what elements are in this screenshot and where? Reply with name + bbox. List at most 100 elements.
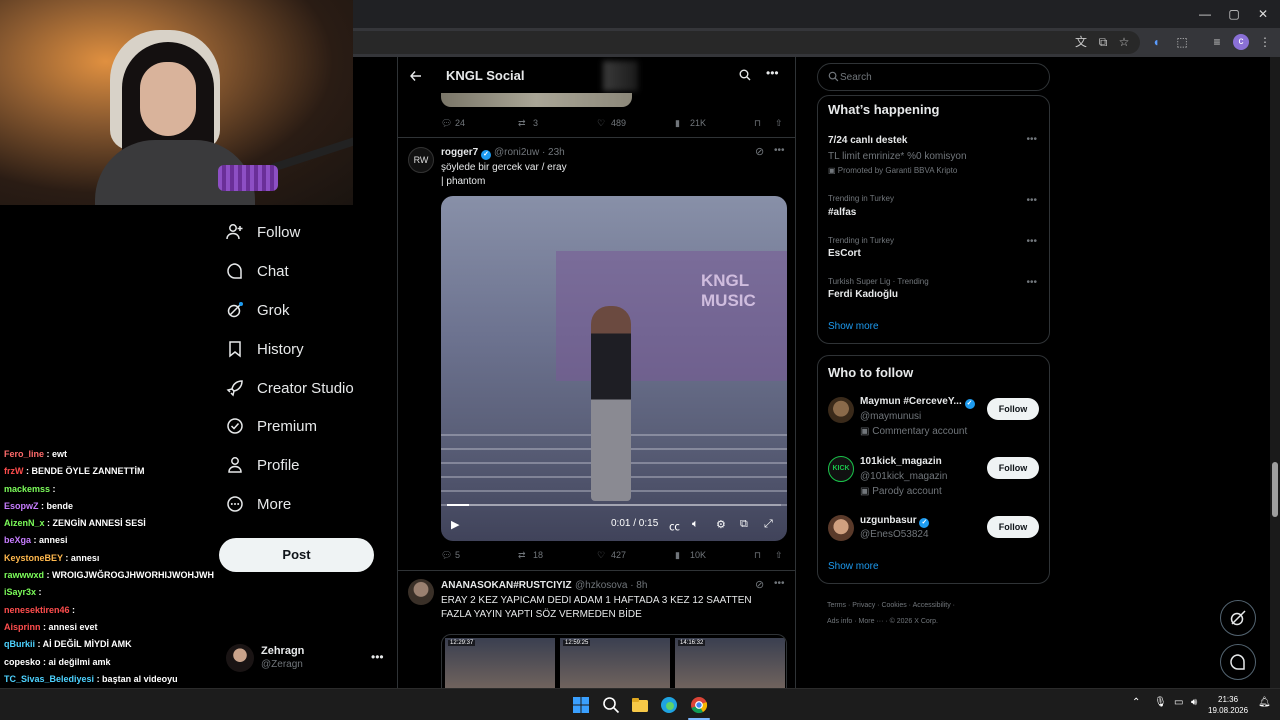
media-thumbnail[interactable]: 12:59:25 (560, 638, 670, 688)
more-dots-icon[interactable]: ••• (1026, 277, 1037, 288)
captions-icon[interactable]: ㏄ (669, 518, 680, 534)
avatar[interactable]: RW (408, 147, 434, 173)
system-clock[interactable]: 21:36 19.08.2026 (1208, 694, 1248, 716)
tweet-author-name[interactable]: rogger7 ✓ (441, 147, 492, 160)
video-progress-bar[interactable] (447, 504, 781, 506)
edge-browser-icon[interactable] (660, 696, 678, 714)
windows-start-icon[interactable] (572, 696, 590, 714)
chat-username[interactable]: iSayr3x (4, 587, 36, 597)
account-name[interactable]: 101kick_magazin (860, 456, 942, 467)
chat-username[interactable]: Aisprinn (4, 622, 41, 632)
chat-username[interactable]: Fero_line (4, 449, 44, 459)
avatar[interactable] (828, 515, 854, 541)
share-icon[interactable]: ⇧ (775, 550, 783, 561)
more-dots-icon[interactable]: ••• (1026, 195, 1037, 206)
views-icon[interactable]: ▮ (675, 118, 680, 129)
extensions-puzzle-icon[interactable]: ⬚ (1174, 34, 1190, 50)
nav-item-history[interactable]: History (226, 334, 304, 364)
media-thumbnail[interactable]: 12:29:37 (445, 638, 555, 688)
notification-bell-icon[interactable]: 🔔︎ (1258, 697, 1271, 708)
close-button[interactable]: ✕ (1248, 4, 1278, 24)
avatar[interactable] (408, 579, 434, 605)
trend-name[interactable]: EsCort (828, 248, 861, 259)
reply-icon[interactable]: 💬︎ (441, 118, 452, 129)
more-dots-icon[interactable]: ••• (1026, 236, 1037, 247)
chevron-up-icon[interactable]: ⌃ (1132, 697, 1140, 708)
fullscreen-icon[interactable]: ⤢ (764, 518, 773, 531)
like-icon[interactable]: ♡ (597, 550, 605, 561)
picture-in-picture-icon[interactable]: ⧉ (740, 518, 748, 531)
speaker-icon[interactable]: 🔊︎ (1191, 697, 1197, 708)
scrollbar-thumb[interactable] (1272, 462, 1278, 517)
browser-menu-icon[interactable]: ⋮ (1257, 34, 1273, 50)
more-dots-icon[interactable]: ••• (766, 66, 779, 80)
views-icon[interactable]: ▮ (675, 550, 680, 561)
nav-item-chat[interactable]: Chat (226, 256, 289, 286)
account-name[interactable]: uzgunbasur ✓ (860, 515, 930, 528)
nav-item-premium[interactable]: Premium (226, 411, 317, 441)
bookmark-icon[interactable]: ⊓ (754, 550, 761, 561)
trend-name[interactable]: Ferdi Kadıoğlu (828, 289, 898, 300)
chat-username[interactable]: qBurkii (4, 639, 35, 649)
promo-title[interactable]: 7/24 canlı destek (828, 135, 908, 146)
share-icon[interactable]: ⇧ (775, 118, 783, 129)
tweet-media-grid[interactable]: 12:29:37 12:59:25 14:16:32 (441, 634, 787, 688)
back-arrow-icon[interactable] (410, 70, 422, 82)
nav-item-creator-studio[interactable]: Creator Studio (226, 373, 354, 403)
chat-username[interactable]: KeystoneBEY (4, 553, 63, 563)
chrome-browser-icon[interactable] (690, 696, 708, 714)
show-more-link[interactable]: Show more (828, 561, 879, 572)
follow-button[interactable]: Follow (987, 516, 1039, 538)
settings-gear-icon[interactable]: ⚙ (716, 518, 726, 531)
show-more-link[interactable]: Show more (828, 321, 879, 332)
repost-icon[interactable]: ⇄ (518, 118, 526, 129)
trend-name[interactable]: #alfas (828, 207, 856, 218)
extension-icon[interactable]: ◖ (1148, 34, 1164, 50)
volume-icon[interactable]: 🔈︎ (692, 518, 699, 531)
chat-username[interactable]: frzW (4, 466, 24, 476)
translate-icon[interactable]: 文 (1073, 34, 1089, 50)
search-icon[interactable] (602, 696, 620, 714)
more-dots-icon[interactable]: ••• (774, 145, 785, 156)
microphone-icon[interactable]: 🎙︎ (1154, 697, 1167, 708)
like-icon[interactable]: ♡ (597, 118, 605, 129)
follow-button[interactable]: Follow (987, 457, 1039, 479)
repost-icon[interactable]: ⇄ (518, 550, 526, 561)
chat-username[interactable]: EsopwZ (4, 501, 39, 511)
nav-item-grok[interactable]: Grok (226, 295, 290, 325)
more-dots-icon[interactable]: ••• (371, 650, 384, 664)
grok-icon[interactable]: ⊘ (755, 145, 764, 158)
post-button[interactable]: Post (219, 538, 374, 572)
account-switcher[interactable]: Zehragn @Zeragn ••• (226, 644, 386, 674)
bookmark-icon[interactable]: ⊓ (754, 118, 761, 129)
network-icon[interactable]: ▭ (1174, 697, 1183, 708)
nav-item-more[interactable]: More (226, 489, 291, 519)
chat-username[interactable]: beXga (4, 535, 31, 545)
address-bar[interactable] (340, 31, 1140, 54)
media-controls-icon[interactable]: ≡ (1209, 34, 1225, 50)
file-explorer-icon[interactable] (631, 696, 649, 714)
nav-item-profile[interactable]: Profile (226, 450, 300, 480)
footer-links-line[interactable]: Ads info · More ··· · © 2026 X Corp. (827, 614, 1027, 630)
tweet-author-name[interactable]: ANANASOKAN#RUSTCIYIZ (441, 580, 572, 591)
play-icon[interactable]: ▶ (451, 518, 459, 531)
follow-button[interactable]: Follow (987, 398, 1039, 420)
profile-avatar[interactable]: c (1233, 34, 1249, 50)
chat-floating-button[interactable] (1220, 644, 1256, 680)
search-icon[interactable] (739, 69, 751, 81)
media-thumbnail[interactable]: 14:16:32 (675, 638, 785, 688)
search-input[interactable]: Search (817, 63, 1050, 91)
video-player[interactable]: KNGL MUSIC ▶ 0:01 / 0:15 ㏄ 🔈︎ ⚙ ⧉ ⤢ (441, 196, 787, 541)
chat-username[interactable]: nenesektiren46 (4, 605, 70, 615)
page-scrollbar[interactable] (1270, 57, 1280, 688)
minimize-button[interactable]: — (1190, 4, 1220, 24)
footer-links-line[interactable]: Terms · Privacy · Cookies · Accessibilit… (827, 598, 1027, 614)
bookmark-star-icon[interactable]: ☆ (1116, 34, 1132, 50)
reply-icon[interactable]: 💬︎ (441, 550, 452, 561)
install-app-icon[interactable]: ⧉ (1095, 34, 1111, 50)
chat-username[interactable]: AizenN_x (4, 518, 45, 528)
grok-floating-button[interactable] (1220, 600, 1256, 636)
chat-username[interactable]: copesko (4, 657, 41, 667)
chat-username[interactable]: mackemss (4, 484, 50, 494)
maximize-button[interactable]: ▢ (1219, 4, 1249, 24)
